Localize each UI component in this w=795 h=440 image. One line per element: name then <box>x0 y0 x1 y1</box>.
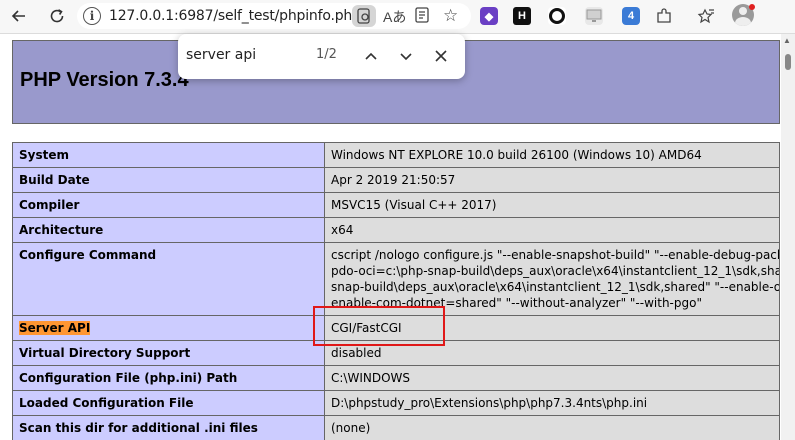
row-value-line: pdo-oci=c:\php-snap-build\deps_aux\oracl… <box>331 264 780 278</box>
table-row: Configure Command cscript /nologo configu… <box>12 242 780 316</box>
find-close-button[interactable] <box>428 44 454 68</box>
extension-h-label: H <box>518 10 526 22</box>
row-key-highlighted: Server API <box>19 321 91 335</box>
row-key-cell: System <box>12 142 325 168</box>
chevron-up-icon <box>365 52 377 60</box>
find-input[interactable]: server api <box>186 47 256 63</box>
row-key-cell: Compiler <box>12 192 325 218</box>
extension-monitor-icon[interactable] <box>585 7 603 25</box>
row-value: x64 <box>331 223 354 237</box>
table-row: Compiler MSVC15 (Visual C++ 2017) <box>12 192 780 218</box>
collections-icon[interactable] <box>697 7 715 25</box>
row-value-line: cscript /nologo configure.js "--enable-s… <box>331 248 780 262</box>
row-key: Scan this dir for additional .ini files <box>19 421 258 435</box>
chevron-down-icon <box>400 53 412 61</box>
row-key-cell: Server API <box>12 315 325 341</box>
address-bar[interactable]: i 127.0.0.1:6987/self_test/phpinfo.php A… <box>77 3 471 29</box>
row-value-cell: Windows NT EXPLORE 10.0 build 26100 (Win… <box>324 142 780 168</box>
row-key-cell: Architecture <box>12 217 325 243</box>
info-icon[interactable]: i <box>83 7 101 25</box>
row-key: Architecture <box>19 223 104 237</box>
row-key: Compiler <box>19 198 80 212</box>
star-icon[interactable]: ☆ <box>443 6 458 26</box>
table-row: System Windows NT EXPLORE 10.0 build 2610… <box>12 142 780 168</box>
row-value: Apr 2 2019 21:50:57 <box>331 173 456 187</box>
row-value-cell: Apr 2 2019 21:50:57 <box>324 167 780 193</box>
row-key: Virtual Directory Support <box>19 346 191 360</box>
row-key: Loaded Configuration File <box>19 396 194 410</box>
row-value-cell: D:\phpstudy_pro\Extensions\php\php7.3.4n… <box>324 390 780 416</box>
browser-toolbar: i 127.0.0.1:6987/self_test/phpinfo.php A… <box>0 0 795 34</box>
row-value: D:\phpstudy_pro\Extensions\php\php7.3.4n… <box>331 396 648 410</box>
extension-h-icon[interactable]: H <box>513 7 531 25</box>
annotation-box <box>313 306 445 346</box>
row-value: Windows NT EXPLORE 10.0 build 26100 (Win… <box>331 148 702 162</box>
url-text: 127.0.0.1:6987/self_test/phpinfo.php <box>109 8 361 24</box>
table-row: Build Date Apr 2 2019 21:50:57 <box>12 167 780 193</box>
phpinfo-table: System Windows NT EXPLORE 10.0 build 2610… <box>12 142 780 440</box>
notification-dot <box>749 4 755 10</box>
row-key: Configure Command <box>19 248 157 262</box>
row-value-line: snap-build\deps_aux\oracle\x64\instantcl… <box>331 280 780 294</box>
table-row: Loaded Configuration File D:\phpstudy_pro… <box>12 390 780 416</box>
find-previous-button[interactable] <box>358 44 384 68</box>
vertical-scrollbar[interactable]: ▲ <box>781 34 795 440</box>
table-row: Configuration File (php.ini) Path C:\WIND… <box>12 365 780 391</box>
row-value: (none) <box>331 421 371 435</box>
page-content: PHP Version 7.3.4 System Windows NT EXPLO… <box>0 34 781 440</box>
table-row: Scan this dir for additional .ini files (… <box>12 415 780 440</box>
row-key-cell: Configure Command <box>12 242 325 316</box>
row-key: Build Date <box>19 173 90 187</box>
close-icon <box>435 50 447 62</box>
refresh-icon[interactable] <box>44 4 70 28</box>
row-key-cell: Configuration File (php.ini) Path <box>12 365 325 391</box>
find-bar: server api 1/2 <box>178 34 465 79</box>
row-key: Configuration File (php.ini) Path <box>19 371 238 385</box>
row-value: disabled <box>331 346 382 360</box>
reader-icon[interactable] <box>415 7 429 26</box>
scrollbar-thumb[interactable] <box>785 54 791 70</box>
row-key-cell: Loaded Configuration File <box>12 390 325 416</box>
row-value-cell: cscript /nologo configure.js "--enable-s… <box>324 242 780 316</box>
row-key-cell: Scan this dir for additional .ini files <box>12 415 325 440</box>
row-value-cell: C:\WINDOWS <box>324 365 780 391</box>
row-value-cell: MSVC15 (Visual C++ 2017) <box>324 192 780 218</box>
scroll-up-icon[interactable]: ▲ <box>783 36 791 45</box>
extension-badge-icon[interactable]: 4 <box>622 7 640 25</box>
find-match-count: 1/2 <box>316 47 337 62</box>
back-arrow-icon[interactable] <box>6 4 32 28</box>
extension-badge-count: 4 <box>627 10 635 22</box>
extension-shield-icon[interactable]: ◆ <box>480 7 498 25</box>
find-next-button[interactable] <box>393 44 419 68</box>
table-row: Architecture x64 <box>12 217 780 243</box>
lens-icon[interactable] <box>352 5 376 27</box>
page-title: PHP Version 7.3.4 <box>20 69 189 91</box>
translate-icon[interactable]: Aあ <box>383 7 406 27</box>
row-value-cell: x64 <box>324 217 780 243</box>
row-value: MSVC15 (Visual C++ 2017) <box>331 198 497 212</box>
row-key-cell: Build Date <box>12 167 325 193</box>
row-value: C:\WINDOWS <box>331 371 411 385</box>
extension-ring-icon[interactable] <box>548 7 566 25</box>
extension-puzzle-icon[interactable] <box>655 7 673 25</box>
row-key-cell: Virtual Directory Support <box>12 340 325 366</box>
row-value-cell: (none) <box>324 415 780 440</box>
row-key: System <box>19 148 69 162</box>
